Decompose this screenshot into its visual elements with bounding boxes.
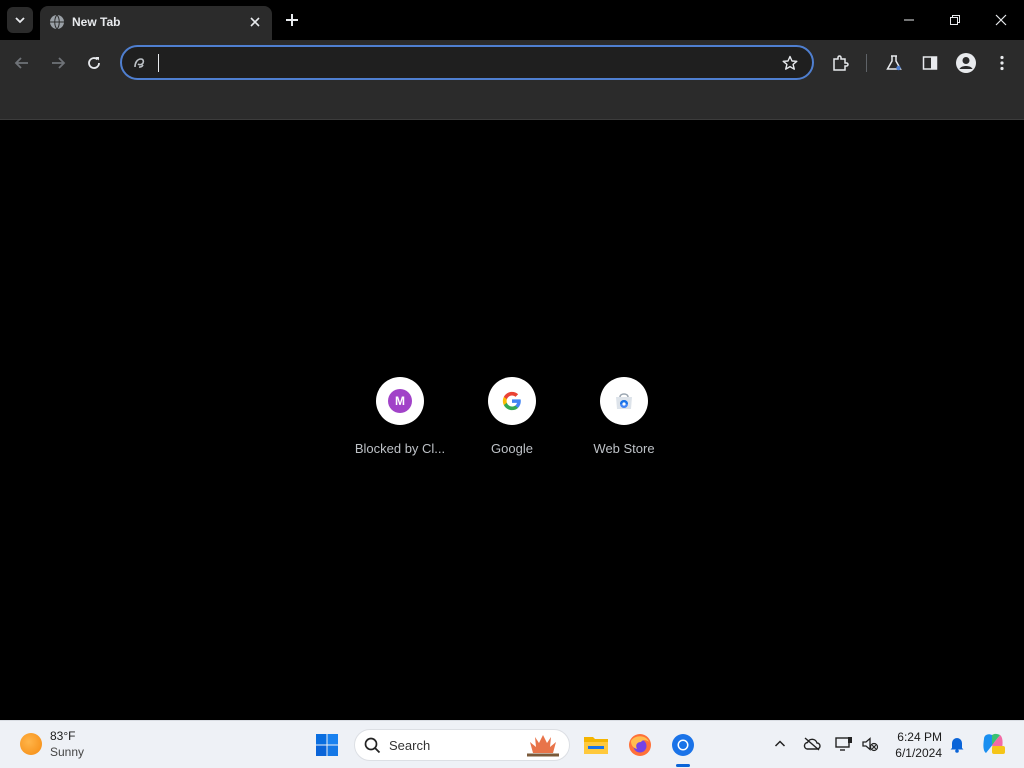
monitor-icon bbox=[835, 737, 852, 751]
search-icon bbox=[364, 737, 381, 754]
bell-icon bbox=[950, 738, 964, 753]
browser-window: New Tab M Blocked by Cl... Google Web St… bbox=[0, 0, 1024, 720]
show-hidden-icons-button[interactable] bbox=[769, 733, 791, 755]
shortcut-icon-circle bbox=[600, 377, 648, 425]
new-tab-button[interactable] bbox=[280, 8, 304, 32]
reload-button[interactable] bbox=[80, 49, 108, 77]
reload-icon bbox=[88, 57, 100, 69]
puzzle-icon bbox=[833, 55, 849, 71]
restore-button[interactable] bbox=[932, 0, 978, 40]
taskbar: 83°F Sunny Search 6:24 PM 6/1/2024 bbox=[0, 720, 1024, 768]
bookmark-bar bbox=[0, 86, 1024, 120]
sun-icon[interactable] bbox=[20, 733, 42, 755]
tab-new-tab[interactable]: New Tab bbox=[40, 6, 272, 40]
display-tray-icon[interactable] bbox=[833, 733, 855, 755]
tab-close-button[interactable] bbox=[246, 13, 264, 31]
avatar-icon bbox=[956, 53, 976, 73]
start-button[interactable] bbox=[311, 729, 343, 761]
omnibox-input[interactable] bbox=[156, 51, 756, 75]
clock-date[interactable]: 6/1/2024 bbox=[888, 746, 942, 760]
profile-button[interactable] bbox=[952, 49, 980, 77]
shortcut-icon-circle bbox=[488, 377, 536, 425]
chrome-labs-button[interactable] bbox=[880, 49, 908, 77]
chrome-icon bbox=[672, 734, 694, 756]
shortcut-tile[interactable]: Google bbox=[456, 377, 568, 467]
shortcut-tile[interactable]: M Blocked by Cl... bbox=[344, 377, 456, 467]
restore-icon bbox=[950, 15, 960, 25]
shortcut-icon-circle: M bbox=[376, 377, 424, 425]
shortcut-tile[interactable]: Web Store bbox=[568, 377, 680, 467]
side-panel-icon bbox=[922, 56, 938, 70]
active-app-indicator bbox=[676, 764, 690, 767]
copilot-icon bbox=[983, 733, 1005, 754]
shortcut-label: Web Store bbox=[593, 441, 655, 456]
weather-condition[interactable]: Sunny bbox=[50, 745, 84, 759]
chevron-down-icon bbox=[15, 17, 25, 24]
back-button[interactable] bbox=[8, 49, 36, 77]
minimize-icon bbox=[904, 19, 914, 21]
file-explorer-button[interactable] bbox=[580, 729, 612, 761]
flask-icon bbox=[886, 55, 902, 71]
search-highlight-icon bbox=[527, 735, 559, 757]
close-window-button[interactable] bbox=[978, 0, 1024, 40]
chevron-up-icon bbox=[774, 740, 786, 747]
menu-button[interactable] bbox=[988, 49, 1016, 77]
m-letter-icon: M bbox=[388, 389, 412, 413]
tab-search-button[interactable] bbox=[7, 7, 33, 33]
taskbar-search-label: Search bbox=[389, 738, 431, 753]
copilot-button[interactable] bbox=[980, 731, 1006, 757]
close-icon bbox=[995, 14, 1007, 26]
star-icon bbox=[782, 55, 798, 70]
kebab-menu-icon bbox=[1000, 55, 1004, 71]
taskbar-search-box[interactable]: Search bbox=[354, 729, 570, 761]
text-caret bbox=[158, 54, 159, 72]
address-bar[interactable] bbox=[120, 45, 814, 80]
browser-toolbar bbox=[0, 40, 1024, 86]
firefox-button[interactable] bbox=[624, 729, 656, 761]
cloud-offline-icon bbox=[803, 737, 821, 751]
google-g-icon bbox=[502, 391, 521, 411]
clock-time[interactable]: 6:24 PM bbox=[894, 730, 942, 744]
google-lens-icon[interactable] bbox=[130, 54, 148, 72]
weather-temperature[interactable]: 83°F bbox=[50, 729, 75, 743]
windows-logo-icon bbox=[316, 734, 338, 756]
new-tab-page: M Blocked by Cl... Google Web Store bbox=[0, 121, 1024, 720]
shortcut-label: Blocked by Cl... bbox=[354, 441, 446, 456]
tab-title: New Tab bbox=[72, 15, 121, 29]
forward-button[interactable] bbox=[44, 49, 72, 77]
shortcut-label: Google bbox=[491, 441, 533, 456]
arrow-left-icon bbox=[14, 57, 28, 69]
volume-tray-icon[interactable] bbox=[859, 733, 881, 755]
close-icon bbox=[250, 17, 260, 27]
globe-icon bbox=[50, 14, 64, 30]
minimize-button[interactable] bbox=[886, 0, 932, 40]
tab-strip: New Tab bbox=[0, 0, 1024, 40]
side-panel-button[interactable] bbox=[916, 49, 944, 77]
chrome-taskbar-button[interactable] bbox=[667, 729, 699, 761]
web-store-icon bbox=[616, 393, 632, 409]
extensions-button[interactable] bbox=[826, 49, 854, 77]
firefox-icon bbox=[629, 734, 651, 756]
folder-icon bbox=[584, 737, 608, 754]
notifications-button[interactable] bbox=[946, 733, 968, 755]
bookmark-star-button[interactable] bbox=[780, 53, 800, 73]
speaker-muted-icon bbox=[862, 737, 879, 752]
arrow-right-icon bbox=[52, 57, 66, 69]
plus-icon bbox=[286, 14, 298, 26]
toolbar-separator bbox=[866, 54, 867, 72]
onedrive-tray-icon[interactable] bbox=[801, 733, 823, 755]
